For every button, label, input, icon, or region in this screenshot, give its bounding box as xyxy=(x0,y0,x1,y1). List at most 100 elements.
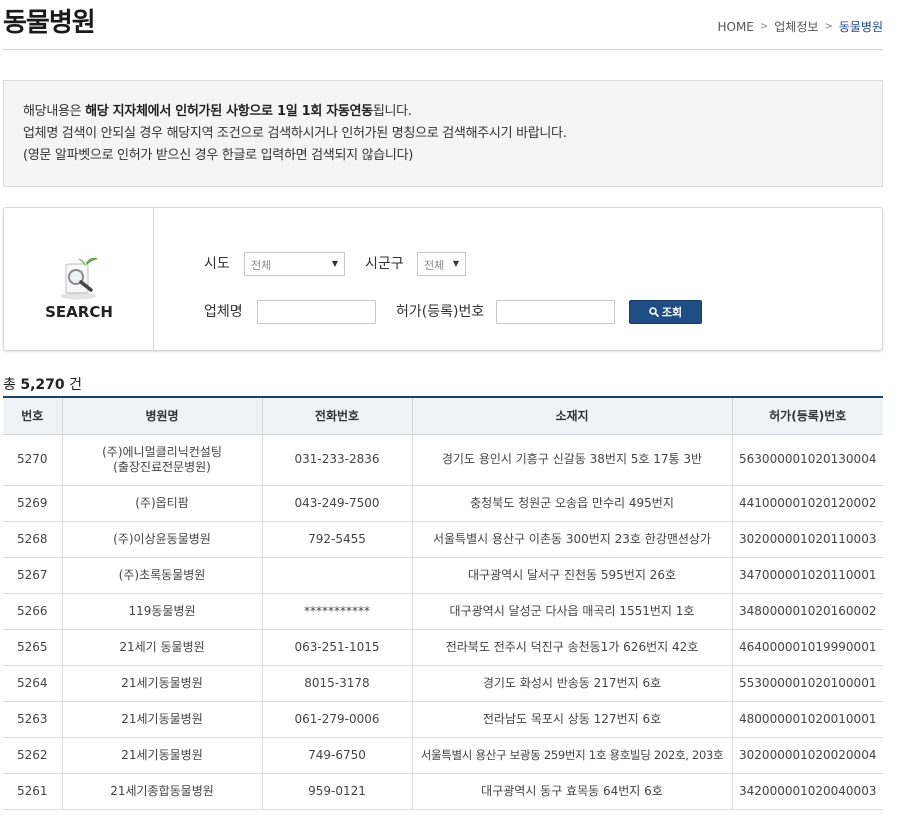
page-header: 동물병원 HOME > 업체정보 > 동물병원 xyxy=(3,0,883,50)
breadcrumb-company-info-link[interactable]: 업체정보 xyxy=(774,18,818,35)
notice-line-1-suffix: 됩니다. xyxy=(372,104,412,119)
chevron-right-icon: > xyxy=(824,21,833,32)
cell-hospital-name[interactable]: (주)초록동물병원 xyxy=(61,557,262,594)
breadcrumb-current: 동물병원 xyxy=(838,20,883,34)
total-count: 5,270 xyxy=(20,377,65,393)
magnifier-document-icon xyxy=(56,256,102,302)
cell-hospital-name[interactable]: 21세기종합동물병원 xyxy=(61,773,262,810)
cell-address: 전라북도 전주시 덕진구 송천동1가 626번지 42호 xyxy=(411,629,732,666)
notice-line-3: (영문 알파벳으로 인허가 받으신 경우 한글로 입력하면 검색되지 않습니다) xyxy=(23,148,414,163)
table-row[interactable]: 5268 (주)이상윤동물병원 792-5455 서울특별시 용산구 이촌동 3… xyxy=(3,521,883,558)
cell-phone: 959-0121 xyxy=(261,773,412,810)
hospital-name-line-2: (출장진료전문병원) xyxy=(113,459,211,474)
breadcrumb: HOME > 업체정보 > 동물병원 xyxy=(717,18,883,35)
cell-license: 441000001020120002 xyxy=(731,485,883,522)
cell-hospital-name[interactable]: (주)옵티팜 xyxy=(61,485,262,522)
cell-number: 5265 xyxy=(3,629,62,666)
table-row[interactable]: 5266 119동물병원 *********** 대구광역시 달성군 다사읍 매… xyxy=(3,593,883,630)
table-header-row: 번호 병원명 전화번호 소재지 허가(등록)번호 xyxy=(3,396,883,435)
page-title: 동물병원 xyxy=(3,8,96,38)
cell-license: 302000001020020004 xyxy=(731,737,883,774)
hospital-name-line-1: (주)에니멀클리닉컨설팅 xyxy=(102,444,222,459)
cell-address: 서울특별시 용산구 보광동 259번지 1호 용호빌딩 202호, 203호 xyxy=(411,737,732,774)
cell-number: 5267 xyxy=(3,557,62,594)
cell-phone: 792-5455 xyxy=(261,521,412,558)
cell-hospital-name[interactable]: 119동물병원 xyxy=(61,593,262,630)
cell-hospital-name[interactable]: 21세기동물병원 xyxy=(61,701,262,738)
cell-number: 5264 xyxy=(3,665,62,702)
cell-number: 5261 xyxy=(3,773,62,810)
cell-hospital-name[interactable]: 21세기 동물병원 xyxy=(61,629,262,666)
table-row[interactable]: 5267 (주)초록동물병원 대구광역시 달서구 진천동 595번지 26호 3… xyxy=(3,557,883,594)
notice-line-1: 해당내용은 해당 지자체에서 인허가된 사항으로 1일 1회 자동연동됩니다. xyxy=(23,101,863,123)
cell-address: 대구광역시 동구 효목동 64번지 6호 xyxy=(411,773,732,810)
search-button[interactable]: 조회 xyxy=(629,300,702,324)
cell-address: 전라남도 목포시 상동 127번지 6호 xyxy=(411,701,732,738)
cell-license: 553000001020100001 xyxy=(731,665,883,702)
cell-phone: *********** xyxy=(261,593,412,630)
search-icon xyxy=(649,307,659,317)
breadcrumb-home-link[interactable]: HOME xyxy=(717,20,753,34)
notice-box: 해당내용은 해당 지자체에서 인허가된 사항으로 1일 1회 자동연동됩니다. … xyxy=(3,80,883,187)
cell-license: 563000001020130004 xyxy=(731,434,883,486)
table-row[interactable]: 5263 21세기동물병원 061-279-0006 전라남도 목포시 상동 1… xyxy=(3,701,883,738)
cell-address: 경기도 용인시 기흥구 신갈동 38번지 5호 17통 3반 xyxy=(411,434,732,486)
sigungu-label: 시군구 xyxy=(365,256,404,272)
table-row[interactable]: 5265 21세기 동물병원 063-251-1015 전라북도 전주시 덕진구… xyxy=(3,629,883,666)
search-button-label: 조회 xyxy=(661,306,683,319)
cell-address: 대구광역시 달성군 다사읍 매곡리 1551번지 1호 xyxy=(411,593,732,630)
sigungu-select-value: 전체 xyxy=(424,259,445,272)
cell-hospital-name[interactable]: (주)에니멀클리닉컨설팅 (출장진료전문병원) xyxy=(61,434,262,486)
cell-phone: 063-251-1015 xyxy=(261,629,412,666)
total-suffix: 건 xyxy=(64,377,82,393)
cell-license: 464000001019990001 xyxy=(731,629,883,666)
cell-number: 5269 xyxy=(3,485,62,522)
table-row[interactable]: 5264 21세기동물병원 8015-3178 경기도 화성시 반송동 217번… xyxy=(3,665,883,702)
cell-hospital-name[interactable]: 21세기동물병원 xyxy=(61,665,262,702)
total-prefix: 총 xyxy=(3,377,21,393)
table-row[interactable]: 5269 (주)옵티팜 043-249-7500 충청북도 청원군 오송읍 만수… xyxy=(3,485,883,522)
license-number-input[interactable] xyxy=(496,300,615,324)
cell-phone: 061-279-0006 xyxy=(261,701,412,738)
cell-license: 342000001020040003 xyxy=(731,773,883,810)
column-header-hospital-name: 병원명 xyxy=(61,396,262,435)
triangle-down-icon: ▼ xyxy=(331,259,338,268)
cell-hospital-name[interactable]: (주)이상윤동물병원 xyxy=(61,521,262,558)
cell-phone: 8015-3178 xyxy=(261,665,412,702)
cell-license: 347000001020110001 xyxy=(731,557,883,594)
cell-phone xyxy=(261,557,412,594)
sido-select-value: 전체 xyxy=(251,259,272,272)
cell-license: 302000001020110003 xyxy=(731,521,883,558)
notice-line-1-bold: 해당 지자체에서 인허가된 사항으로 1일 1회 자동연동 xyxy=(85,104,373,119)
triangle-down-icon: ▼ xyxy=(452,259,459,268)
cell-address: 충청북도 청원군 오송읍 만수리 495번지 xyxy=(411,485,732,522)
cell-number: 5270 xyxy=(3,434,62,486)
sido-label: 시도 xyxy=(204,256,230,272)
chevron-right-icon: > xyxy=(759,21,769,32)
search-panel: SEARCH 시도 전체 ▼ 시군구 전체 ▼ 업체명 허가(등록)번호 조회 xyxy=(3,207,883,351)
company-name-label: 업체명 xyxy=(204,304,243,320)
result-total: 총 5,270 건 xyxy=(3,374,82,394)
cell-number: 5266 xyxy=(3,593,62,630)
sigungu-select[interactable]: 전체 ▼ xyxy=(417,252,466,276)
cell-phone: 043-249-7500 xyxy=(261,485,412,522)
table-row[interactable]: 5261 21세기종합동물병원 959-0121 대구광역시 동구 효목동 64… xyxy=(3,773,883,810)
results-table: 번호 병원명 전화번호 소재지 허가(등록)번호 5270 (주)에니멀클리닉컨… xyxy=(3,396,883,810)
cell-hospital-name[interactable]: 21세기동물병원 xyxy=(61,737,262,774)
cell-address: 경기도 화성시 반송동 217번지 6호 xyxy=(411,665,732,702)
cell-number: 5268 xyxy=(3,521,62,558)
table-row[interactable]: 5270 (주)에니멀클리닉컨설팅 (출장진료전문병원) 031-233-2836… xyxy=(3,434,883,486)
cell-address: 대구광역시 달서구 진천동 595번지 26호 xyxy=(411,557,732,594)
sido-select[interactable]: 전체 ▼ xyxy=(244,252,345,276)
company-name-input[interactable] xyxy=(257,300,376,324)
search-panel-label-area: SEARCH xyxy=(4,208,154,350)
cell-phone: 031-233-2836 xyxy=(261,434,412,486)
cell-license: 480000001020010001 xyxy=(731,701,883,738)
cell-number: 5262 xyxy=(3,737,62,774)
column-header-address: 소재지 xyxy=(411,396,732,435)
cell-address: 서울특별시 용산구 이촌동 300번지 23호 한강맨션상가 xyxy=(411,521,732,558)
column-header-license: 허가(등록)번호 xyxy=(731,396,883,435)
table-row[interactable]: 5262 21세기동물병원 749-6750 서울특별시 용산구 보광동 259… xyxy=(3,737,883,774)
cell-phone: 749-6750 xyxy=(261,737,412,774)
column-header-phone: 전화번호 xyxy=(261,396,412,435)
